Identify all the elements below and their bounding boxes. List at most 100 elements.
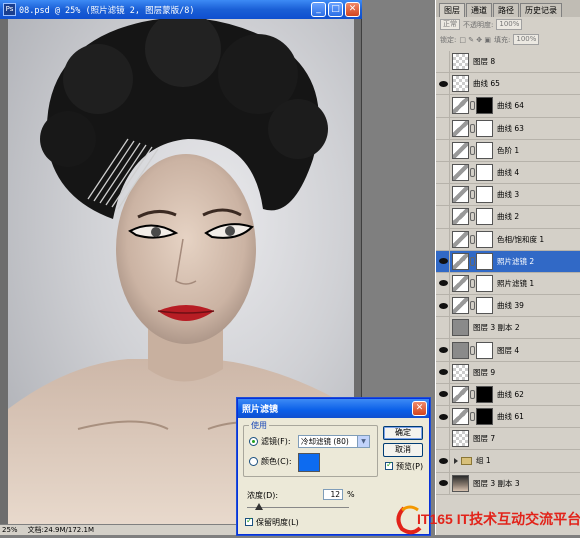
eye-icon[interactable] [436, 405, 450, 428]
layer-row[interactable]: 曲线 3 [436, 183, 580, 207]
chevron-down-icon[interactable]: ▼ [357, 436, 369, 447]
layer-thumbnail[interactable] [452, 119, 469, 137]
preview-checkbox[interactable] [385, 460, 393, 470]
layer-row[interactable]: 曲线 62 [436, 383, 580, 406]
eye-icon[interactable] [436, 272, 450, 295]
link-icon[interactable] [470, 234, 475, 244]
eye-icon[interactable] [436, 50, 450, 73]
layer-mask-thumbnail[interactable] [476, 141, 493, 159]
link-icon[interactable] [470, 412, 475, 422]
layer-mask-thumbnail[interactable] [476, 208, 493, 226]
density-input[interactable]: 12 [323, 489, 343, 500]
eye-icon[interactable] [436, 250, 450, 273]
close-button[interactable]: ✕ [345, 2, 360, 17]
layer-mask-thumbnail[interactable] [476, 252, 493, 270]
preserve-luminosity-checkbox[interactable] [245, 516, 253, 526]
layer-mask-thumbnail[interactable] [476, 164, 493, 182]
color-swatch[interactable] [298, 453, 320, 472]
layer-thumbnail[interactable] [452, 385, 469, 403]
layer-thumbnail[interactable] [452, 474, 469, 492]
link-icon[interactable] [470, 101, 475, 111]
layer-row[interactable]: 曲线 4 [436, 161, 580, 185]
layer-thumbnail[interactable] [452, 230, 469, 248]
layer-mask-thumbnail[interactable] [476, 230, 493, 248]
opacity-field[interactable]: 100% [496, 19, 523, 30]
expand-arrow-icon[interactable] [454, 457, 458, 464]
color-radio[interactable] [249, 457, 258, 466]
layer-row[interactable]: 曲线 61 [436, 405, 580, 429]
layer-row[interactable]: 组 1 [436, 449, 580, 473]
layer-thumbnail[interactable] [452, 319, 469, 337]
layer-row[interactable]: 图层 3 副本 2 [436, 316, 580, 340]
tab-paths[interactable]: 路径 [493, 3, 519, 17]
layer-row[interactable]: 曲线 39 [436, 294, 580, 318]
eye-icon[interactable] [436, 316, 450, 339]
layer-row[interactable]: 图层 3 副本 3 [436, 472, 580, 495]
layer-mask-thumbnail[interactable] [476, 97, 493, 115]
lock-icons[interactable]: □ ✎ ✥ ▣ [459, 36, 491, 44]
layer-thumbnail[interactable] [452, 274, 469, 292]
layer-mask-thumbnail[interactable] [476, 274, 493, 292]
layer-thumbnail[interactable] [452, 208, 469, 226]
eye-icon[interactable] [436, 183, 450, 206]
eye-icon[interactable] [436, 339, 450, 362]
layer-thumbnail[interactable] [452, 97, 469, 115]
layer-thumbnail[interactable] [452, 341, 469, 359]
layer-mask-thumbnail[interactable] [476, 408, 493, 426]
eye-icon[interactable] [436, 449, 450, 472]
eye-icon[interactable] [436, 161, 450, 184]
link-icon[interactable] [470, 190, 475, 200]
layer-mask-thumbnail[interactable] [476, 385, 493, 403]
layer-row[interactable]: 照片滤镜 1 [436, 272, 580, 296]
maximize-button[interactable]: □ [328, 2, 343, 17]
layer-thumbnail[interactable] [452, 252, 469, 270]
layer-row[interactable]: 图层 7 [436, 427, 580, 451]
layer-thumbnail[interactable] [452, 297, 469, 315]
fill-field[interactable]: 100% [513, 34, 540, 45]
layer-mask-thumbnail[interactable] [476, 341, 493, 359]
layer-thumbnail[interactable] [452, 141, 469, 159]
link-icon[interactable] [470, 212, 475, 222]
layer-row[interactable]: 色相/饱和度 1 [436, 228, 580, 251]
tab-layers[interactable]: 图层 [439, 3, 465, 17]
layer-row[interactable]: 曲线 65 [436, 72, 580, 96]
eye-icon[interactable] [436, 72, 450, 95]
eye-icon[interactable] [436, 205, 450, 228]
layer-thumbnail[interactable] [452, 430, 469, 448]
filter-select[interactable]: 冷却滤镜 (80) ▼ [298, 435, 370, 448]
eye-icon[interactable] [436, 361, 450, 384]
layer-thumbnail[interactable] [452, 164, 469, 182]
layer-thumbnail[interactable] [452, 186, 469, 204]
link-icon[interactable] [470, 389, 475, 399]
zoom-readout[interactable]: 25% [2, 525, 18, 535]
filter-radio[interactable] [249, 437, 258, 446]
link-icon[interactable] [470, 345, 475, 355]
layer-thumbnail[interactable] [452, 363, 469, 381]
cancel-button[interactable]: 取消 [383, 443, 423, 457]
layer-thumbnail[interactable] [452, 408, 469, 426]
link-icon[interactable] [470, 145, 475, 155]
layer-row[interactable]: 图层 8 [436, 50, 580, 74]
link-icon[interactable] [470, 168, 475, 178]
link-icon[interactable] [470, 278, 475, 288]
layer-mask-thumbnail[interactable] [476, 186, 493, 204]
layer-row[interactable]: 色阶 1 [436, 139, 580, 162]
layer-thumbnail[interactable] [452, 75, 469, 93]
dialog-close-button[interactable]: ✕ [412, 401, 427, 416]
link-icon[interactable] [470, 123, 475, 133]
tab-history[interactable]: 历史记录 [520, 3, 562, 17]
link-icon[interactable] [470, 301, 475, 311]
blend-mode-select[interactable]: 正常 [440, 19, 460, 30]
minimize-button[interactable]: _ [311, 2, 326, 17]
eye-icon[interactable] [436, 94, 450, 117]
eye-icon[interactable] [436, 427, 450, 450]
eye-icon[interactable] [436, 294, 450, 317]
layer-row[interactable]: 照片滤镜 2 [436, 250, 580, 273]
eye-icon[interactable] [436, 383, 450, 406]
link-icon[interactable] [470, 256, 475, 266]
layer-row[interactable]: 图层 4 [436, 339, 580, 362]
density-slider-thumb[interactable] [255, 503, 264, 510]
dialog-titlebar[interactable]: 照片滤镜 [238, 399, 429, 418]
document-titlebar[interactable]: Ps 08.psd @ 25% (照片滤镜 2, 图层蒙版/8) _ □ ✕ [0, 0, 362, 19]
layer-mask-thumbnail[interactable] [476, 297, 493, 315]
